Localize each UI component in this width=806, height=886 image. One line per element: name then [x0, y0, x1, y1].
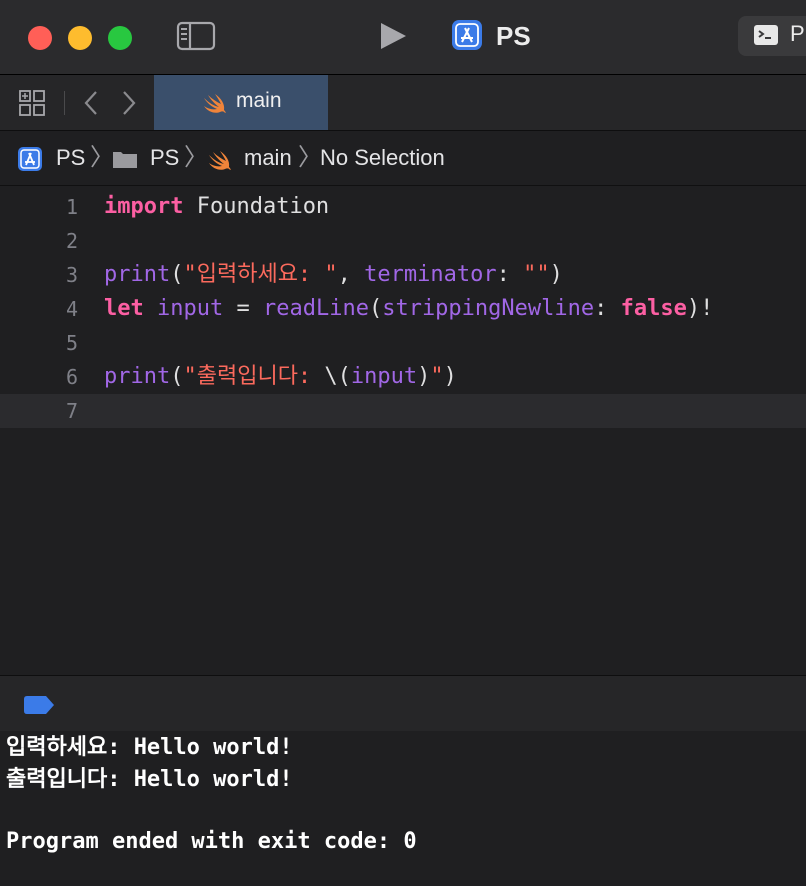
code-token: "출력입니다: [183, 364, 325, 389]
code-token: input [157, 296, 224, 321]
code-token: false [620, 296, 687, 321]
line-number: 2 [65, 229, 78, 253]
tab-main[interactable]: main [154, 75, 328, 130]
code-token: : [594, 296, 621, 321]
code-token: \( [324, 364, 351, 389]
code-line[interactable]: 3 print("입력하세요: ", terminator: "") [0, 258, 806, 292]
console-output[interactable]: 입력하세요: Hello world! 출력입니다: Hello world! … [0, 731, 806, 886]
breadcrumb-separator-icon: 〉 [184, 144, 208, 171]
zoom-window-button[interactable] [108, 26, 132, 50]
console-line: 출력입니다: Hello world! [6, 767, 293, 792]
code-token: terminator [364, 262, 497, 287]
window-toolbar: PS P [0, 0, 806, 75]
code-token: ( [368, 296, 383, 321]
sidebar-toggle-icon[interactable] [176, 20, 216, 52]
code-token: input [350, 364, 418, 389]
code-token: "" [523, 262, 550, 287]
line-number: 4 [65, 297, 78, 321]
code-token: print [104, 262, 171, 287]
code-token: ( [170, 364, 184, 389]
code-token: strippingNewline [382, 296, 595, 321]
code-token: let [104, 296, 144, 321]
console-line: 입력하세요: Hello world! [6, 735, 293, 760]
terminal-icon [754, 25, 778, 45]
folder-icon [113, 152, 137, 168]
breadcrumb-file[interactable]: main [244, 145, 292, 171]
project-icon [18, 147, 42, 171]
code-token: ( [170, 262, 184, 287]
tab-label: main [236, 89, 282, 112]
code-line[interactable]: 4 let input = readLine(strippingNewline: … [0, 292, 806, 326]
code-token: "입력하세요: " [183, 262, 338, 287]
chevron-right-icon[interactable] [118, 89, 140, 117]
breadcrumb-folder[interactable]: PS [150, 145, 179, 171]
line-number: 6 [65, 365, 78, 389]
line-number: 5 [65, 331, 78, 355]
code-token: import [104, 194, 184, 219]
swift-icon [204, 94, 226, 113]
breadcrumb-separator-icon: 〉 [298, 144, 322, 171]
destination-label: P [790, 21, 805, 46]
scheme-name[interactable]: PS [496, 20, 531, 52]
code-line[interactable]: 1 import Foundation [0, 190, 806, 224]
console-line: Program ended with exit code: 0 [6, 829, 417, 854]
code-token: )! [686, 296, 714, 321]
swift-icon [209, 151, 231, 170]
editor-tab-bar: main [0, 75, 806, 131]
code-line[interactable]: 5 [0, 326, 806, 360]
code-token: " [430, 364, 444, 389]
chevron-left-icon[interactable] [80, 89, 102, 117]
run-button[interactable] [378, 20, 408, 52]
code-text: print("입력하세요: ", terminator: "") [104, 258, 563, 292]
related-items-grid-icon[interactable] [18, 89, 46, 117]
code-token: print [104, 364, 171, 389]
breadcrumb: PS 〉 PS 〉 main 〉 No Selection [0, 131, 806, 186]
run-destination[interactable]: P [738, 16, 806, 56]
breadcrumb-project[interactable]: PS [56, 145, 85, 171]
code-token: , [337, 262, 365, 287]
code-text: print("출력입니다: \(input)") [104, 360, 457, 394]
code-token: Foundation [183, 194, 330, 219]
minimize-window-button[interactable] [68, 26, 92, 50]
debug-bar [0, 675, 806, 732]
code-line[interactable]: 2 [0, 224, 806, 258]
line-number: 3 [65, 263, 78, 287]
breakpoint-toggle-icon[interactable] [24, 696, 54, 714]
code-text: import Foundation [104, 190, 329, 224]
code-token: ) [443, 364, 457, 389]
code-line[interactable]: 7 [0, 394, 806, 428]
code-token: ) [417, 364, 431, 389]
code-text: let input = readLine(strippingNewline: f… [104, 292, 713, 326]
code-token: : [496, 262, 524, 287]
breadcrumb-separator-icon: 〉 [90, 144, 114, 171]
code-token: = [223, 296, 263, 321]
code-token: ) [549, 262, 563, 287]
app-target-icon[interactable] [452, 20, 482, 50]
toolbar-divider [64, 91, 65, 115]
code-token: readLine [262, 296, 369, 321]
line-number: 1 [65, 195, 78, 219]
breadcrumb-symbol[interactable]: No Selection [320, 145, 445, 171]
line-number: 7 [65, 399, 78, 423]
code-line[interactable]: 6 print("출력입니다: \(input)") [0, 360, 806, 394]
code-editor[interactable]: 1 import Foundation 2 3 print("입력하세요: ", ter… [0, 186, 806, 674]
close-window-button[interactable] [28, 26, 52, 50]
